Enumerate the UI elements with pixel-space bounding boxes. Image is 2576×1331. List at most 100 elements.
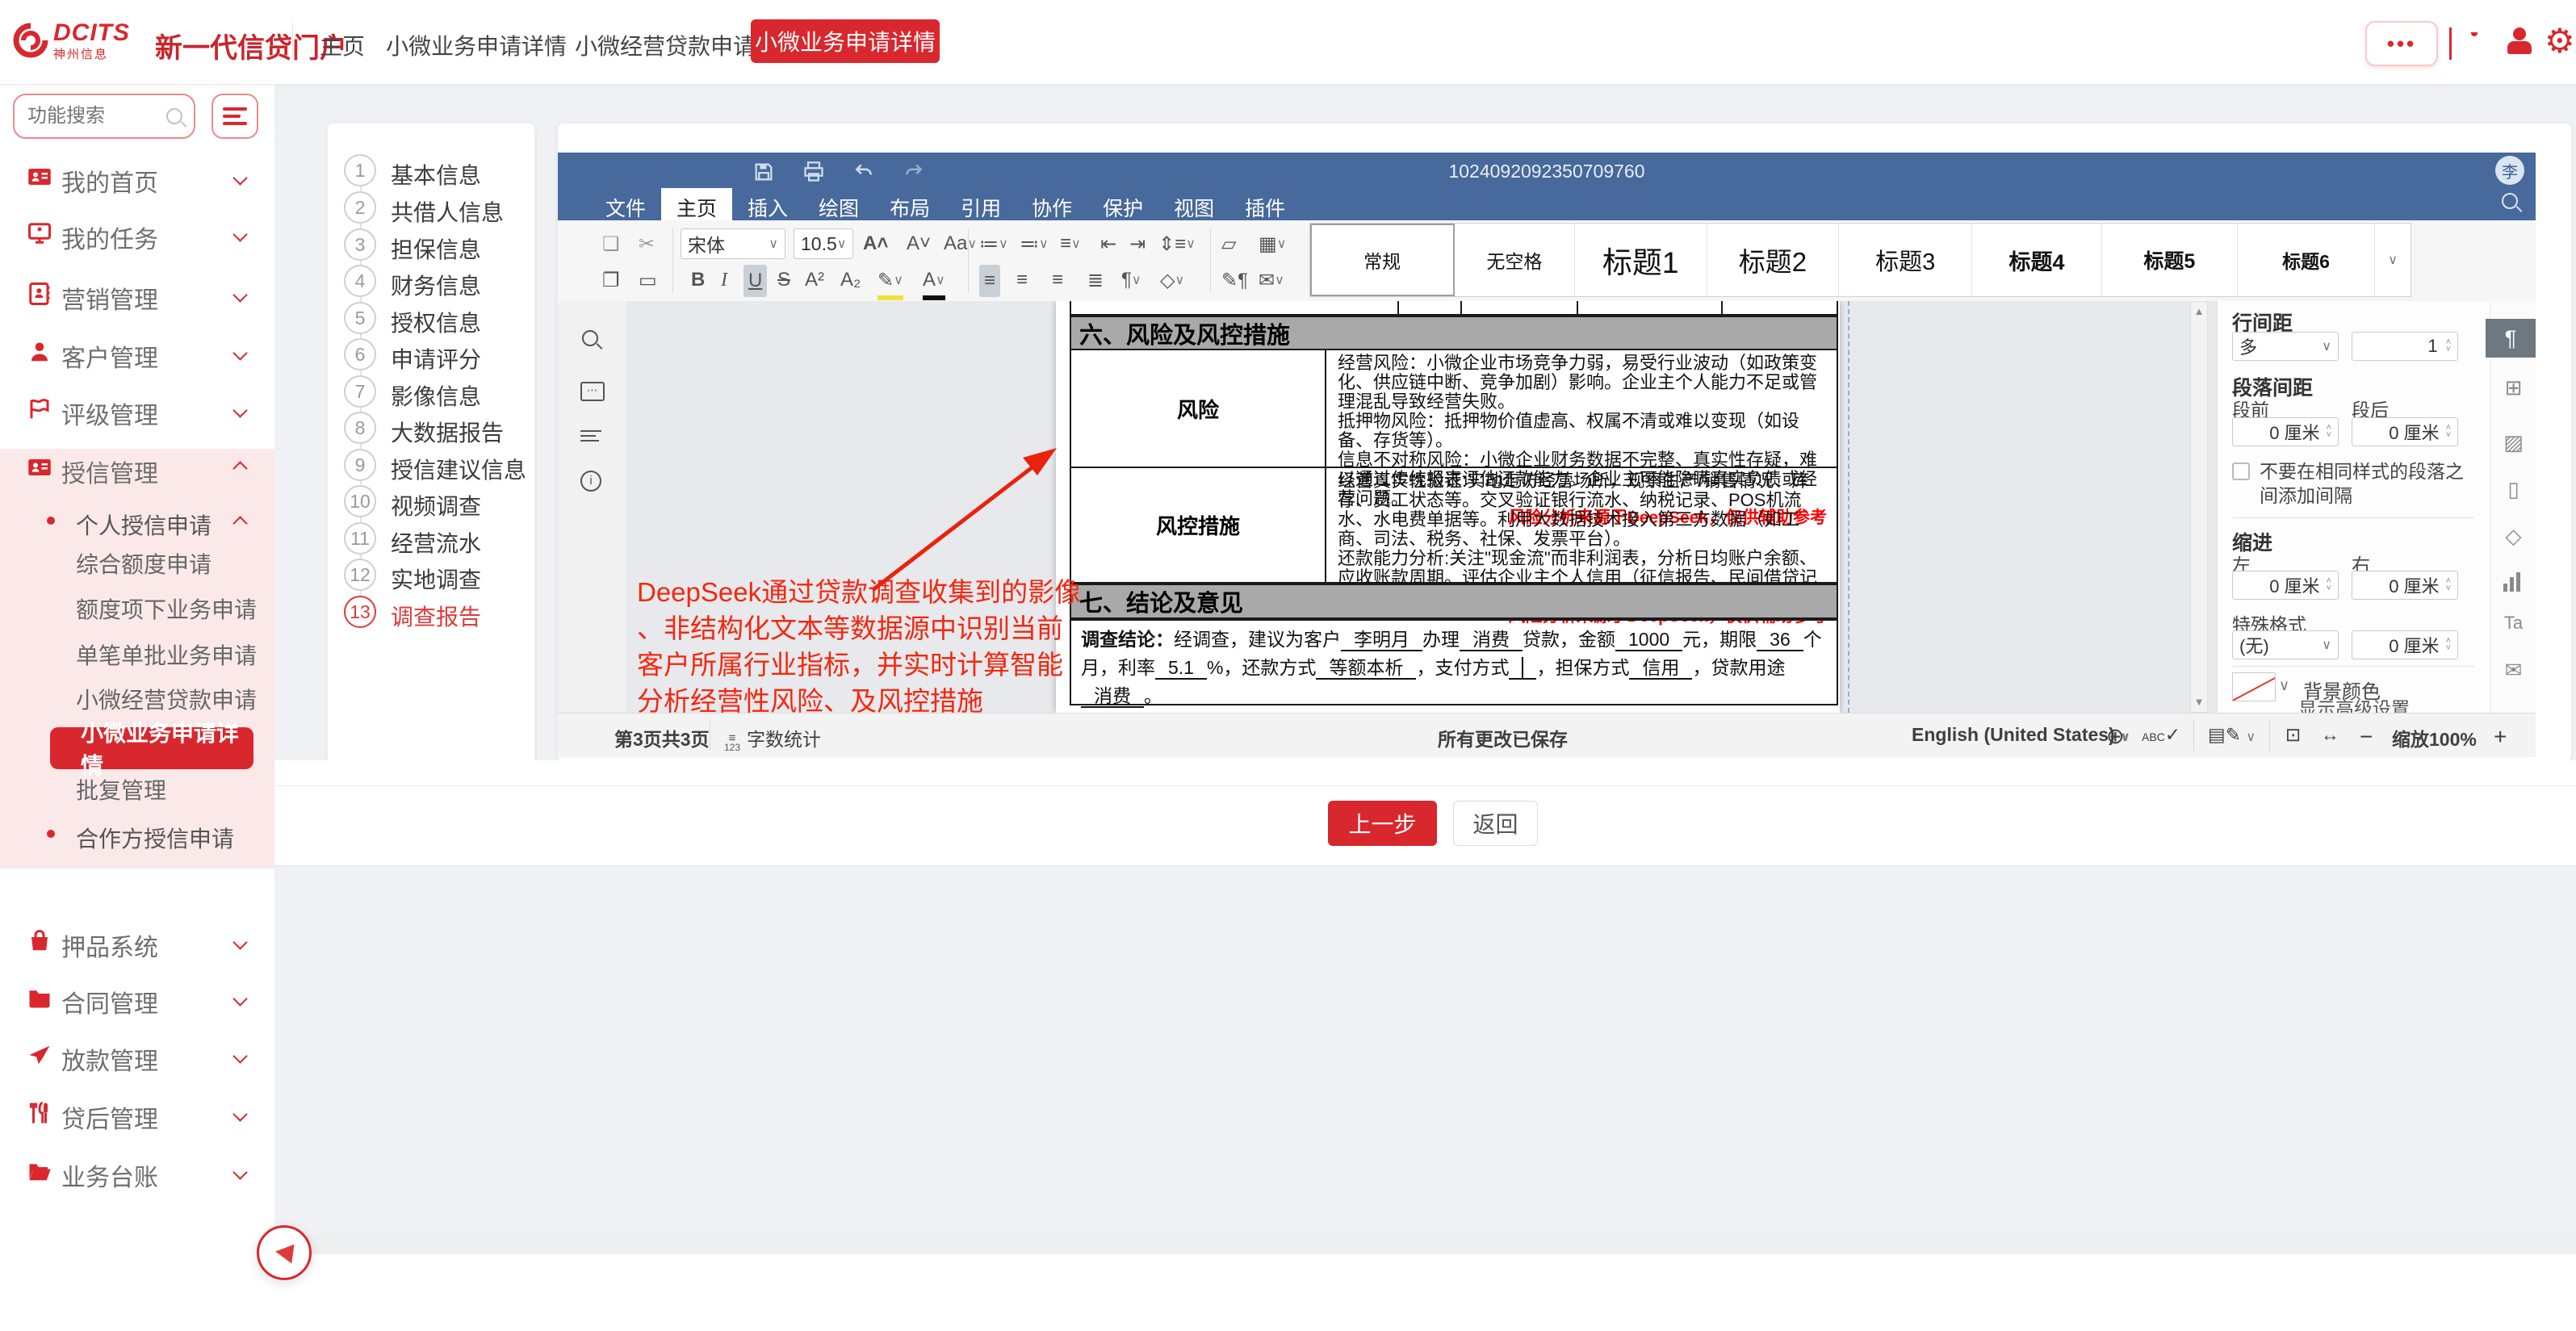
submenu-item-micro-loan-apply[interactable]: 小微经营贷款申请 [76, 683, 262, 715]
zoom-in-icon[interactable]: + [2494, 724, 2507, 750]
return-button[interactable]: 返回 [1453, 801, 1538, 846]
bullet-list-icon[interactable]: ≔∨ [979, 228, 1008, 259]
numbered-list-icon[interactable]: ≕∨ [1020, 228, 1049, 259]
same-style-checkbox[interactable] [2232, 463, 2250, 480]
submenu-item-approval-mgmt[interactable]: 批复管理 [76, 773, 262, 806]
superscript-icon[interactable]: A² [805, 265, 824, 295]
sidebar-item-contract[interactable]: 合同管理 [0, 979, 274, 1018]
avatar[interactable]: 李 [2495, 156, 2524, 185]
bold-icon[interactable]: B [691, 265, 705, 295]
info-icon[interactable]: i [580, 471, 601, 492]
tab-refs[interactable]: 引用 [945, 188, 1016, 220]
field-payment-method[interactable] [1509, 657, 1536, 680]
step-4[interactable]: 4财务信息 [328, 265, 534, 300]
italic-icon[interactable]: I [721, 265, 727, 295]
tab-home[interactable]: 主页 [661, 188, 732, 220]
submenu-item-comprehensive-limit[interactable]: 综合额度申请 [76, 547, 262, 580]
cut-icon[interactable]: ✂ [639, 228, 655, 259]
document-page[interactable]: 六、风险及风控措施 风险 经营风险：小微企业市场竞争力弱，易受行业波动（如政策变… [1056, 301, 1840, 713]
decrease-indent-icon[interactable]: ⇤ [1100, 228, 1116, 259]
shading-icon[interactable]: ◇∨ [1160, 265, 1184, 295]
tab-protect[interactable]: 保护 [1087, 188, 1158, 220]
word-count[interactable]: ≡123字数统计 [724, 724, 821, 752]
paste-icon[interactable]: ❐ [602, 265, 620, 295]
sidebar-item-collateral[interactable]: 押品系统 [0, 923, 274, 961]
spellcheck-icon[interactable]: ABC✓ [2142, 724, 2180, 746]
scroll-up-icon[interactable]: ▲ [2193, 305, 2205, 318]
step-5[interactable]: 5授权信息 [328, 302, 534, 337]
submenu-personal-credit[interactable]: 个人授信申请 [0, 505, 274, 541]
strikethrough-icon[interactable]: S [777, 265, 790, 295]
conclusion-box[interactable]: 调查结论：经调查，建议为客户李明月办理消费贷款，金额1000元，期限36个月，利… [1070, 619, 1838, 705]
style-normal[interactable]: 常规 [1310, 224, 1455, 296]
language-selector[interactable]: English (United States) ∨ [1912, 724, 2130, 746]
shrink-font-icon[interactable]: A˅ [907, 228, 931, 259]
settings-gear-icon[interactable]: ⚙ [2545, 21, 2575, 61]
table-panel-icon[interactable]: ⊞ [2490, 375, 2536, 400]
sidebar-item-customer[interactable]: 客户管理 [0, 333, 274, 372]
submenu-item-micro-detail-active[interactable]: 小微业务申请详情 [50, 727, 253, 769]
subscript-icon[interactable]: A₂ [840, 265, 861, 295]
globe-icon[interactable]: ⊕ [2106, 724, 2125, 749]
sidebar-item-my-tasks[interactable]: 我的任务 [0, 215, 274, 253]
align-right-icon[interactable]: ≡ [1052, 265, 1063, 295]
underline-icon[interactable]: U [743, 265, 767, 297]
fit-page-icon[interactable]: ⊡ [2285, 724, 2301, 746]
multilevel-list-icon[interactable]: ≡∨ [1060, 228, 1081, 259]
paragraph-mark-icon[interactable]: ¶∨ [1121, 265, 1141, 295]
grow-font-icon[interactable]: A˄ [863, 228, 888, 259]
step-10[interactable]: 10视频调查 [328, 485, 534, 521]
image-panel-icon[interactable]: ▨ [2490, 430, 2536, 455]
vertical-scrollbar[interactable]: ▲ ▼ [2190, 301, 2208, 713]
tab-plugins[interactable]: 插件 [1229, 188, 1301, 220]
special-format-select[interactable]: (无)∨ [2232, 630, 2339, 659]
chart-panel-icon[interactable] [2503, 572, 2520, 592]
find-icon[interactable] [582, 330, 598, 346]
indent-left-input[interactable]: 0 厘米˄˅ [2232, 571, 2339, 600]
sidebar-item-marketing[interactable]: 营销管理 [0, 275, 274, 314]
spacing-after-input[interactable]: 0 厘米˄˅ [2352, 417, 2458, 446]
line-spacing-select[interactable]: 多∨ [2232, 332, 2339, 361]
tab-view[interactable]: 视图 [1158, 188, 1229, 220]
sidebar-item-disbursement[interactable]: 放款管理 [0, 1036, 274, 1075]
style-no-spacing[interactable]: 无空格 [1455, 224, 1574, 296]
justify-icon[interactable]: ≣ [1087, 265, 1104, 295]
style-heading3[interactable]: 标题3 [1839, 224, 1972, 296]
step-3[interactable]: 3担保信息 [328, 228, 534, 264]
zoom-out-icon[interactable]: − [2360, 724, 2373, 750]
clear-format-icon[interactable]: ▱ [1221, 228, 1236, 259]
font-color-icon[interactable]: A∨ [923, 265, 945, 300]
step-2[interactable]: 2共借人信息 [328, 191, 534, 227]
indent-right-input[interactable]: 0 厘米˄˅ [2352, 571, 2458, 600]
mail-icon[interactable]: ✉∨ [1259, 265, 1284, 295]
tab-layout[interactable]: 布局 [874, 188, 945, 220]
line-spacing-icon[interactable]: ⇕≡∨ [1158, 228, 1196, 259]
highlight-color-icon[interactable]: ✎∨ [878, 265, 903, 300]
style-heading6[interactable]: 标题6 [2238, 224, 2375, 296]
search-input[interactable] [26, 104, 166, 128]
step-1[interactable]: 1基本信息 [328, 154, 534, 190]
step-11[interactable]: 11经营流水 [328, 522, 534, 558]
special-format-amount[interactable]: 0 厘米˄˅ [2352, 630, 2458, 659]
border-icon[interactable]: ▦∨ [1259, 228, 1286, 259]
style-gallery-expand-icon[interactable]: ∨ [2375, 224, 2411, 296]
tab-file[interactable]: 文件 [590, 188, 661, 220]
advanced-settings-link[interactable]: 显示高级设置 [2218, 693, 2490, 713]
submenu-item-under-limit[interactable]: 额度项下业务申请 [76, 592, 262, 625]
increase-indent-icon[interactable]: ⇥ [1129, 228, 1146, 259]
change-case-icon[interactable]: Aa∨ [944, 228, 977, 259]
step-9[interactable]: 9授信建议信息 [328, 449, 534, 484]
scroll-down-icon[interactable]: ▼ [2193, 696, 2205, 709]
submenu-item-single-batch[interactable]: 单笔单批业务申请 [76, 638, 262, 671]
comments-icon[interactable]: ⋯ [580, 382, 605, 401]
spacing-before-input[interactable]: 0 厘米˄˅ [2232, 417, 2339, 446]
mailmerge-panel-icon[interactable]: ✉ [2490, 658, 2536, 683]
align-left-icon[interactable]: ≡ [979, 265, 1000, 297]
page-indicator[interactable]: 第3页共3页 [614, 724, 710, 751]
fit-width-icon[interactable]: ↔ [2321, 724, 2339, 746]
sidebar-item-ledger[interactable]: 业务台账 [0, 1153, 274, 1191]
tab-draw[interactable]: 绘图 [803, 188, 874, 220]
textart-panel-icon[interactable]: Ta [2490, 613, 2536, 634]
shape-panel-icon[interactable]: ◇ [2490, 524, 2536, 549]
nav-tab-micro-loan[interactable]: 小微经营贷款申请 [575, 29, 756, 61]
